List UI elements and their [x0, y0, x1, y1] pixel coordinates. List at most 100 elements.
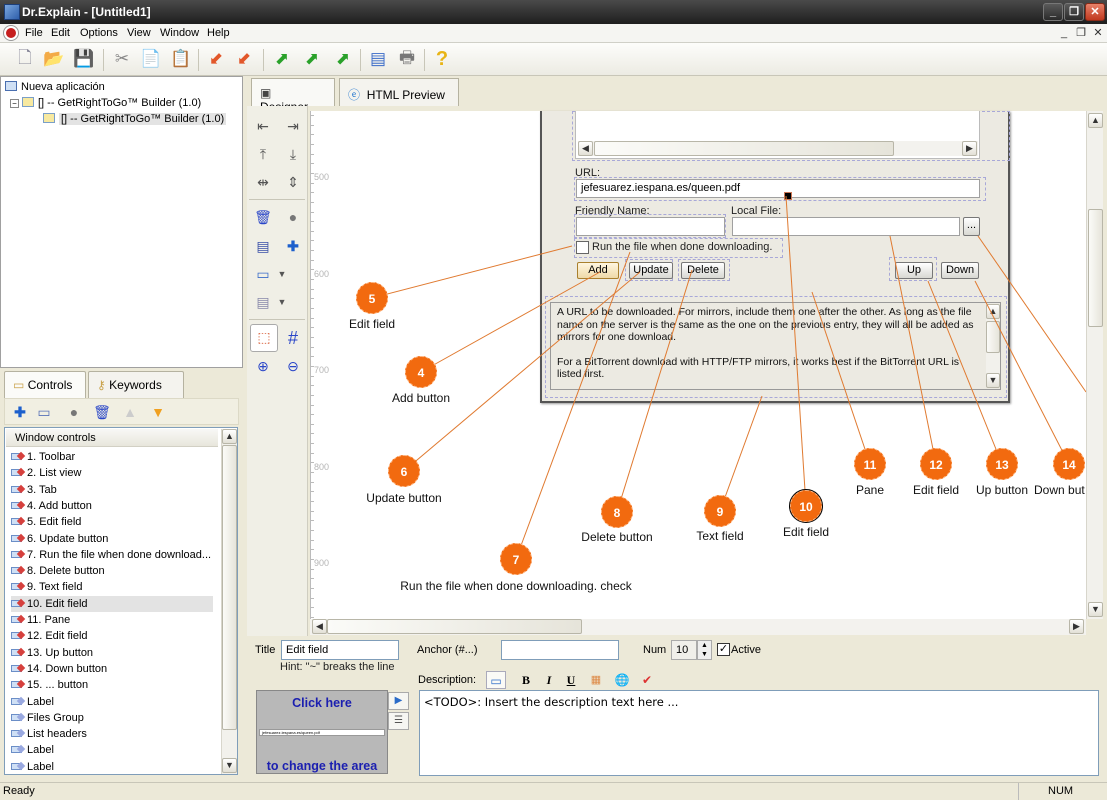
print-icon[interactable]: 🖶: [395, 47, 419, 71]
scroll-left-button[interactable]: ◀: [578, 141, 593, 156]
list-item[interactable]: Files Group: [11, 710, 213, 726]
menu-edit[interactable]: Edit: [51, 27, 70, 39]
callout-marker[interactable]: 11: [854, 448, 886, 480]
delete-control-icon[interactable]: 🗑: [93, 403, 111, 421]
italic-button[interactable]: I: [540, 671, 558, 689]
menu-file[interactable]: File: [25, 27, 43, 39]
list-item[interactable]: 2. List view: [11, 465, 213, 481]
align-left-icon[interactable]: ⇤: [251, 114, 275, 138]
scroll-right-button[interactable]: ▶: [1069, 619, 1084, 634]
browse-button[interactable]: ...: [963, 217, 980, 236]
document-icon[interactable]: [4, 26, 18, 40]
callout-marker[interactable]: 6: [388, 455, 420, 487]
up-button[interactable]: Up: [895, 262, 933, 279]
num-input[interactable]: 10: [671, 640, 697, 660]
tree-node[interactable]: − [] -- GetRightToGo™ Builder (1.0): [1, 95, 242, 111]
move-up-icon[interactable]: ▲: [121, 403, 139, 421]
delete-button[interactable]: Delete: [681, 262, 725, 279]
control-properties-icon[interactable]: ●: [65, 403, 83, 421]
minimize-button[interactable]: _: [1043, 3, 1063, 21]
new-icon[interactable]: 🗋: [13, 47, 37, 71]
scroll-up-button[interactable]: ▲: [1088, 113, 1103, 128]
collapse-icon[interactable]: −: [10, 99, 19, 108]
scroll-up-button[interactable]: ▲: [222, 429, 237, 444]
add-marker-icon[interactable]: ✚: [281, 234, 305, 258]
scroll-thumb[interactable]: [986, 321, 1000, 353]
move-down-icon[interactable]: ▼: [149, 403, 167, 421]
add-button[interactable]: Add: [577, 262, 619, 279]
run-file-checkbox[interactable]: [576, 241, 589, 254]
selection-mode-icon[interactable]: ⬚: [250, 324, 278, 352]
project-settings-icon[interactable]: ▤: [366, 47, 390, 71]
mdi-restore-button[interactable]: ❐: [1073, 26, 1089, 41]
title-input[interactable]: Edit field: [281, 640, 399, 660]
callout-marker[interactable]: 9: [704, 495, 736, 527]
callout-marker[interactable]: 12: [920, 448, 952, 480]
mdi-close-button[interactable]: ✕: [1090, 26, 1106, 41]
list-item[interactable]: 14. Down button: [11, 661, 213, 677]
callout-marker[interactable]: 14: [1053, 448, 1085, 480]
export-chm-icon[interactable]: ⬈: [300, 47, 324, 71]
spellcheck-icon[interactable]: ✔: [638, 671, 656, 689]
list-item[interactable]: Label: [11, 759, 213, 775]
scroll-down-button[interactable]: ▼: [1088, 602, 1103, 617]
list-item[interactable]: 11. Pane: [11, 612, 213, 628]
underline-button[interactable]: U: [562, 671, 580, 689]
tab-controls[interactable]: ▭ Controls: [4, 371, 86, 398]
callout-marker[interactable]: 5: [356, 282, 388, 314]
num-spinner[interactable]: ▲ ▼: [697, 640, 712, 660]
cut-icon[interactable]: ✂: [110, 47, 134, 71]
list-item[interactable]: 8. Delete button: [11, 563, 213, 579]
paste-icon[interactable]: 📋: [169, 47, 193, 71]
list-header[interactable]: Window controls: [6, 429, 218, 447]
help-text-scrollbar[interactable]: ▲ ▼: [986, 304, 1000, 388]
callout-style-dropdown-icon[interactable]: ▼: [275, 290, 289, 314]
scroll-thumb[interactable]: [327, 619, 582, 634]
open-icon[interactable]: 📂: [42, 47, 66, 71]
capture-window-icon[interactable]: ⬋: [204, 47, 228, 71]
import-icon[interactable]: ⬋: [232, 47, 256, 71]
list-item[interactable]: 12. Edit field: [11, 628, 213, 644]
window-style-dropdown-icon[interactable]: ▼: [275, 262, 289, 286]
scroll-thumb[interactable]: [594, 141, 894, 156]
marker-list-icon[interactable]: ▤: [251, 234, 275, 258]
add-control-icon[interactable]: ✚: [11, 403, 29, 421]
distribute-horizontal-icon[interactable]: ⇹: [251, 170, 275, 194]
url-field[interactable]: jefesuarez.iespana.es/queen.pdf: [576, 179, 980, 198]
list-item[interactable]: List headers: [11, 726, 213, 742]
list-item[interactable]: 4. Add button: [11, 498, 213, 514]
save-icon[interactable]: 💾: [72, 47, 96, 71]
anchor-handle[interactable]: [784, 192, 792, 200]
tab-designer[interactable]: ▣ Designer: [251, 78, 335, 114]
list-item[interactable]: 3. Tab: [11, 482, 213, 498]
close-button[interactable]: ✕: [1085, 3, 1105, 21]
menu-view[interactable]: View: [127, 27, 151, 39]
list-item[interactable]: Label: [11, 742, 213, 758]
local-file-field[interactable]: [732, 217, 960, 236]
help-icon[interactable]: ?: [430, 47, 454, 71]
callout-marker[interactable]: 7: [500, 543, 532, 575]
scroll-down-button[interactable]: ▼: [986, 373, 1000, 388]
menu-help[interactable]: Help: [207, 27, 230, 39]
edit-control-icon[interactable]: ▭: [35, 403, 53, 421]
captured-window[interactable]: ◀ ▶ URL: jefesuarez.iespana.es/queen.pdf…: [540, 111, 1010, 403]
list-item[interactable]: 9. Text field: [11, 579, 213, 595]
bold-button[interactable]: B: [517, 671, 535, 689]
callout-marker[interactable]: 8: [601, 496, 633, 528]
export-html-icon[interactable]: ⬈: [270, 47, 294, 71]
menu-window[interactable]: Window: [160, 27, 199, 39]
area-preview[interactable]: Click here jefesuarez.iespana.es/queen.p…: [256, 690, 388, 774]
scroll-left-button[interactable]: ◀: [312, 619, 327, 634]
marker-properties-icon[interactable]: ●: [281, 205, 305, 229]
list-item[interactable]: 7. Run the file when done download...: [11, 547, 213, 563]
align-bottom-icon[interactable]: ⤓: [281, 142, 305, 166]
down-button[interactable]: Down: [941, 262, 979, 279]
scroll-thumb[interactable]: [222, 445, 237, 730]
friendly-name-field[interactable]: [576, 217, 725, 236]
tab-keywords[interactable]: ⚷ Keywords: [88, 371, 184, 398]
play-preview-icon[interactable]: ▶: [388, 692, 409, 710]
mdi-minimize-button[interactable]: _: [1056, 26, 1072, 41]
export-rtf-icon[interactable]: ⬈: [331, 47, 355, 71]
list-item[interactable]: 15. ... button: [11, 677, 213, 693]
list-item[interactable]: 10. Edit field: [11, 595, 213, 612]
